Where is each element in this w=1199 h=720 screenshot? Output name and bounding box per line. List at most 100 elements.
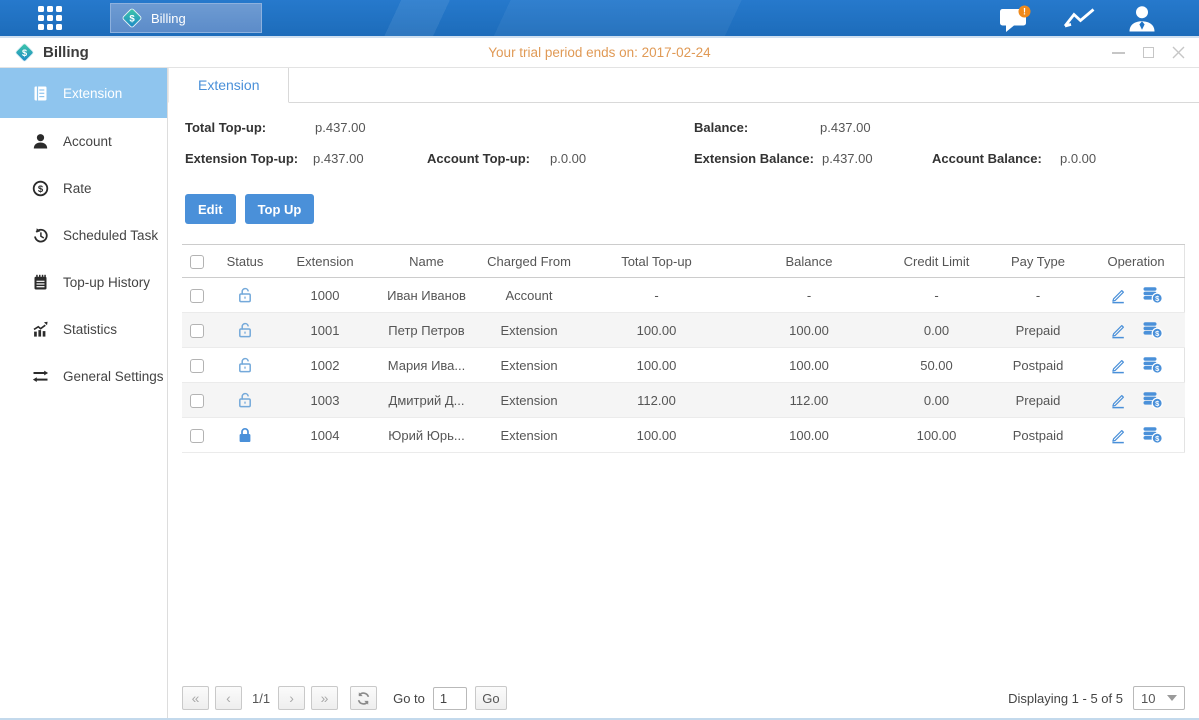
unlocked-padlock-icon[interactable] [237, 286, 253, 304]
taskbar-tab-billing[interactable]: $ Billing [110, 3, 262, 33]
chart-monitor-icon[interactable] [1062, 6, 1098, 30]
history-clock-icon [31, 226, 50, 245]
balance-cell: 100.00 [734, 418, 884, 453]
go-button[interactable]: Go [475, 686, 507, 710]
svg-text:$: $ [22, 48, 27, 58]
sidebar: Extension Account $ Rate [0, 68, 168, 718]
svg-text:$: $ [129, 13, 135, 24]
refresh-button[interactable] [350, 686, 377, 710]
total-topup-cell: 112.00 [579, 383, 734, 418]
extension-table-body: 1000Иван ИвановAccount----$1001Петр Петр… [182, 278, 1185, 453]
row-checkbox[interactable] [190, 359, 204, 373]
page-size-select[interactable]: 10 [1133, 686, 1185, 710]
table-row: 1000Иван ИвановAccount----$ [182, 278, 1185, 313]
ledger-icon [31, 84, 50, 103]
row-checkbox[interactable] [190, 429, 204, 443]
credit-limit-cell: - [884, 278, 989, 313]
extension-table: Status Extension Name Charged From Total… [182, 244, 1185, 453]
tab-extension[interactable]: Extension [168, 68, 289, 103]
window-titlebar: $ Billing Your trial period ends on: 201… [0, 36, 1199, 68]
col-header-total-topup: Total Top-up [579, 245, 734, 278]
col-header-balance: Balance [734, 245, 884, 278]
charged-from: Account [479, 278, 579, 313]
edit-pencil-icon[interactable] [1109, 287, 1127, 304]
col-header-credit-limit: Credit Limit [884, 245, 989, 278]
edit-pencil-icon[interactable] [1109, 392, 1127, 409]
top-up-coins-icon[interactable]: $ [1142, 426, 1163, 444]
edit-button[interactable]: Edit [185, 194, 236, 224]
sidebar-item-label: Rate [63, 181, 92, 196]
sidebar-item-scheduled-task[interactable]: Scheduled Task [0, 212, 167, 259]
sidebar-item-label: Scheduled Task [63, 228, 158, 243]
sidebar-item-topup-history[interactable]: Top-up History [0, 259, 167, 306]
top-up-coins-icon[interactable]: $ [1142, 321, 1163, 339]
first-page-button[interactable]: « [182, 686, 209, 710]
top-up-button[interactable]: Top Up [245, 194, 315, 224]
row-checkbox[interactable] [190, 289, 204, 303]
page-indicator: 1/1 [252, 691, 270, 706]
sidebar-item-statistics[interactable]: Statistics [0, 306, 167, 353]
tab-label: Extension [198, 77, 259, 93]
balance-value: p.437.00 [820, 120, 871, 135]
table-row: 1003Дмитрий Д...Extension112.00112.000.0… [182, 383, 1185, 418]
top-up-coins-icon[interactable]: $ [1142, 286, 1163, 304]
svg-text:$: $ [38, 184, 44, 195]
col-header-pay-type: Pay Type [989, 245, 1087, 278]
account-topup-label: Account Top-up: [427, 151, 530, 166]
sidebar-item-general-settings[interactable]: General Settings [0, 353, 167, 400]
col-header-name: Name [374, 245, 479, 278]
total-topup-cell: 100.00 [579, 313, 734, 348]
workspace: Extension Account $ Rate [0, 68, 1199, 720]
extension-name: Дмитрий Д... [374, 383, 479, 418]
main-content: Extension Total Top-up: p.437.00 Balance… [168, 68, 1199, 718]
goto-page-input[interactable] [433, 687, 467, 710]
sidebar-item-rate[interactable]: $ Rate [0, 165, 167, 212]
edit-pencil-icon[interactable] [1109, 427, 1127, 444]
sidebar-item-account[interactable]: Account [0, 118, 167, 165]
credit-limit-cell: 50.00 [884, 348, 989, 383]
app-grid-icon[interactable] [38, 6, 62, 30]
unlocked-padlock-icon[interactable] [237, 391, 253, 409]
user-profile-icon[interactable] [1127, 5, 1157, 32]
row-checkbox[interactable] [190, 394, 204, 408]
prev-page-button[interactable]: ‹ [215, 686, 242, 710]
sliders-icon [31, 367, 50, 386]
extension-topup-label: Extension Top-up: [185, 151, 298, 166]
balance-cell: 100.00 [734, 313, 884, 348]
locked-padlock-icon[interactable] [237, 426, 253, 444]
charged-from: Extension [479, 313, 579, 348]
displaying-text: Displaying 1 - 5 of 5 [1008, 691, 1123, 706]
sidebar-item-label: General Settings [63, 369, 164, 384]
pay-type-cell: - [989, 278, 1087, 313]
table-row: 1004Юрий Юрь...Extension100.00100.00100.… [182, 418, 1185, 453]
maximize-button[interactable] [1141, 46, 1155, 60]
balance-cell: 112.00 [734, 383, 884, 418]
bar-chart-icon [31, 320, 50, 339]
sidebar-item-label: Extension [63, 86, 122, 101]
charged-from: Extension [479, 348, 579, 383]
minimize-button[interactable] [1111, 46, 1125, 60]
total-topup-value: p.437.00 [315, 120, 366, 135]
unlocked-padlock-icon[interactable] [237, 356, 253, 374]
next-page-button[interactable]: › [278, 686, 305, 710]
go-button-label: Go [482, 691, 499, 706]
unlocked-padlock-icon[interactable] [237, 321, 253, 339]
top-up-coins-icon[interactable]: $ [1142, 391, 1163, 409]
refresh-icon [356, 691, 371, 706]
pay-type-cell: Prepaid [989, 313, 1087, 348]
select-all-checkbox[interactable] [190, 255, 204, 269]
chat-notification-icon[interactable]: ! [999, 5, 1033, 32]
account-topup-value: p.0.00 [550, 151, 586, 166]
edit-pencil-icon[interactable] [1109, 357, 1127, 374]
credit-limit-cell: 100.00 [884, 418, 989, 453]
pagination-bar: « ‹ 1/1 › » Go to Go Displaying [168, 683, 1199, 713]
close-button[interactable] [1171, 46, 1185, 60]
last-page-button[interactable]: » [311, 686, 338, 710]
edit-pencil-icon[interactable] [1109, 322, 1127, 339]
total-topup-label: Total Top-up: [185, 120, 266, 135]
extension-number: 1003 [276, 383, 374, 418]
sidebar-item-extension[interactable]: Extension [0, 68, 167, 118]
row-checkbox[interactable] [190, 324, 204, 338]
top-up-coins-icon[interactable]: $ [1142, 356, 1163, 374]
extension-number: 1000 [276, 278, 374, 313]
